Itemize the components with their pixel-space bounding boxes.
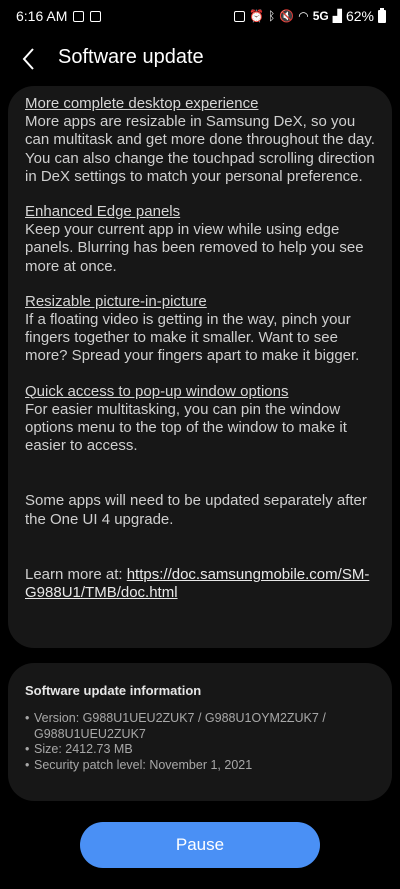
app-header: Software update xyxy=(0,34,400,84)
info-security-patch: Security patch level: November 1, 2021 xyxy=(25,758,375,774)
learn-more: Learn more at: https://doc.samsungmobile… xyxy=(25,566,375,602)
feature-text: More apps are resizable in Samsung DeX, … xyxy=(25,113,375,185)
upgrade-note: Some apps will need to be updated separa… xyxy=(25,492,367,528)
feature-heading: Quick access to pop-up window options xyxy=(25,382,289,400)
feature-text: If a floating video is getting in the wa… xyxy=(25,311,360,365)
battery-percent: 62% xyxy=(345,8,374,24)
feature-edge-panels: Enhanced Edge panels Keep your current a… xyxy=(25,203,375,276)
status-right: ⏰ ᛒ 🔇 ◠ 5G ▟ 62% xyxy=(234,7,386,24)
music-notification-icon xyxy=(73,10,85,22)
feature-heading: More complete desktop experience xyxy=(25,95,259,112)
feature-popup-options: Quick access to pop-up window options Fo… xyxy=(25,383,375,456)
feature-heading: Resizable picture-in-picture xyxy=(25,292,207,310)
status-bar: 6:16 AM ⏰ ᛒ 🔇 ◠ 5G ▟ 62% xyxy=(0,0,400,34)
info-size: Size: 2412.73 MB xyxy=(25,742,375,758)
feature-pip: Resizable picture-in-picture If a floati… xyxy=(25,293,375,366)
alarm-icon: ⏰ xyxy=(249,9,265,23)
network-type: 5G xyxy=(312,9,329,23)
info-version: Version: G988U1UEU2ZUK7 / G988U1OYM2ZUK7… xyxy=(25,711,375,742)
gallery-notification-icon xyxy=(90,10,102,22)
page-title: Software update xyxy=(58,46,204,68)
feature-text: For easier multitasking, you can pin the… xyxy=(25,400,347,455)
mute-icon: 🔇 xyxy=(279,9,295,23)
signal-icon: ▟ xyxy=(332,9,342,23)
pause-button[interactable]: Pause xyxy=(80,822,320,868)
status-time: 6:16 AM xyxy=(16,8,68,24)
bluetooth-icon: ᛒ xyxy=(268,9,276,23)
feature-dex: More complete desktop experience More ap… xyxy=(25,95,375,186)
chevron-left-icon xyxy=(22,48,34,70)
wifi-icon: ◠ xyxy=(298,9,309,23)
lock-icon xyxy=(234,10,246,22)
release-notes-card: More complete desktop experience More ap… xyxy=(8,86,392,648)
back-button[interactable] xyxy=(14,44,44,74)
learn-more-prefix: Learn more at: xyxy=(25,565,127,583)
update-info-card: Software update information Version: G98… xyxy=(8,663,392,801)
info-title: Software update information xyxy=(25,683,202,698)
info-list: Version: G988U1UEU2ZUK7 / G988U1OYM2ZUK7… xyxy=(25,711,375,773)
feature-text: Keep your current app in view while usin… xyxy=(25,221,364,275)
status-left: 6:16 AM xyxy=(16,8,102,24)
battery-icon xyxy=(378,7,386,23)
feature-heading: Enhanced Edge panels xyxy=(25,203,181,221)
release-notes-content: More complete desktop experience More ap… xyxy=(25,95,375,602)
